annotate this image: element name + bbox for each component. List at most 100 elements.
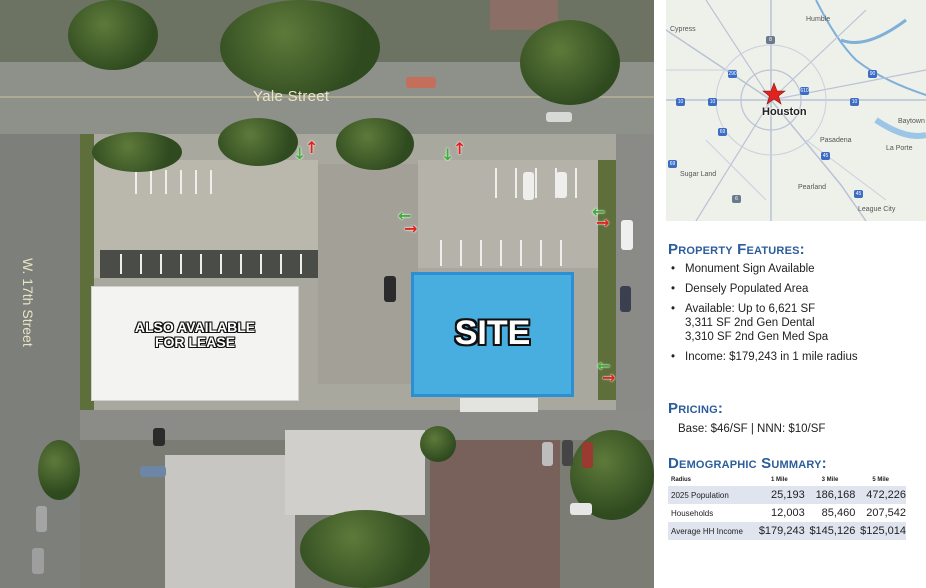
car bbox=[570, 503, 592, 515]
parking-stall bbox=[500, 240, 502, 266]
table-cell: 85,460 bbox=[821, 507, 856, 519]
car bbox=[562, 440, 573, 466]
feature-subtext: 3,310 SF 2nd Gen Med Spa bbox=[685, 331, 829, 343]
lease-label: ALSO AVAILABLE FOR LEASE bbox=[91, 320, 299, 350]
parking-stall bbox=[210, 170, 212, 194]
tree bbox=[420, 426, 456, 462]
parking-stall bbox=[200, 254, 202, 274]
highway-shield-icon: 45 bbox=[821, 152, 830, 160]
list-item: • Income: $179,243 in 1 mile radius bbox=[668, 350, 920, 364]
demographics-title: Demographic Summary: bbox=[668, 455, 827, 472]
neighbor-roof bbox=[285, 430, 425, 515]
pricing-title: Pricing: bbox=[668, 400, 724, 417]
table-header-cell: 3 Mile bbox=[821, 477, 839, 483]
car bbox=[523, 172, 534, 200]
car bbox=[384, 276, 396, 302]
parking-stall bbox=[460, 240, 462, 266]
list-item: • Monument Sign Available bbox=[668, 262, 920, 276]
table-header-cell: Radius bbox=[671, 477, 692, 483]
table-cell: $179,243 bbox=[758, 525, 805, 537]
parking-stall bbox=[280, 254, 282, 274]
right-parking-lot bbox=[418, 160, 598, 268]
pricing-text: Base: $46/SF | NNN: $10/SF bbox=[678, 423, 826, 435]
table-cell: $145,126 bbox=[809, 525, 856, 537]
parking-stall bbox=[535, 168, 537, 198]
table-cell: Average HH Income bbox=[671, 526, 743, 536]
bullet-icon: • bbox=[671, 303, 676, 315]
car bbox=[556, 172, 567, 198]
parking-stall bbox=[515, 168, 517, 198]
tree bbox=[300, 510, 430, 588]
map-place-label: Cypress bbox=[670, 26, 696, 33]
car bbox=[36, 506, 47, 532]
highway-shield-icon: 45 bbox=[854, 190, 863, 198]
aerial-photo: ALSO AVAILABLE FOR LEASE SITE ↓ ↑ ↓ ↑ ← … bbox=[0, 0, 654, 588]
parking-stall bbox=[120, 254, 122, 274]
feature-text: Income: $179,243 in 1 mile radius bbox=[685, 351, 858, 363]
table-header-cell: 1 Mile bbox=[771, 477, 788, 483]
map-place-label: League City bbox=[858, 206, 896, 213]
feature-text: Densely Populated Area bbox=[685, 283, 809, 295]
side-road bbox=[616, 134, 654, 410]
parking-stall bbox=[560, 240, 562, 266]
car bbox=[542, 442, 553, 466]
highway-shield-icon: 90 bbox=[868, 70, 877, 78]
highway-shield-icon: 69 bbox=[668, 160, 677, 168]
highway-shield-icon: 69 bbox=[718, 128, 727, 136]
street-label-yale: Yale Street bbox=[253, 88, 330, 105]
map-place-label: Humble bbox=[806, 16, 831, 23]
parking-stall bbox=[480, 240, 482, 266]
table-row: 2025 Population 25,193 186,168 472,226 bbox=[668, 486, 906, 504]
list-item: • Available: Up to 6,621 SF 3,311 SF 2nd G… bbox=[668, 302, 920, 344]
car bbox=[140, 466, 166, 477]
parking-stall bbox=[180, 254, 182, 274]
exit-arrow-icon: ↑ bbox=[453, 139, 467, 158]
tree bbox=[220, 0, 380, 95]
demographics-table: Radius 1 Mile 3 Mile 5 Mile 2025 Populat… bbox=[668, 474, 906, 540]
map-marker-label: Houston bbox=[762, 106, 807, 118]
car bbox=[546, 112, 572, 122]
table-cell: 25,193 bbox=[771, 489, 805, 501]
car bbox=[32, 548, 44, 574]
highway-shield-icon: 610 bbox=[800, 87, 809, 95]
parking-stall bbox=[300, 254, 302, 274]
table-cell: 207,542 bbox=[866, 507, 906, 519]
table-cell: Households bbox=[671, 508, 714, 518]
tree bbox=[92, 132, 182, 172]
table-header-cell: 5 Mile bbox=[872, 477, 889, 483]
highway-shield-icon: 10 bbox=[676, 98, 685, 106]
map-place-label: Pearland bbox=[798, 184, 827, 191]
table-cell: 2025 Population bbox=[671, 490, 729, 500]
map-place-label: Sugar Land bbox=[680, 171, 717, 178]
parking-stall bbox=[240, 254, 242, 274]
table-cell: 472,226 bbox=[866, 489, 906, 501]
car bbox=[153, 428, 165, 446]
table-header-row: Radius 1 Mile 3 Mile 5 Mile bbox=[668, 474, 906, 486]
exit-arrow-icon: → bbox=[596, 213, 610, 232]
car bbox=[582, 442, 593, 468]
table-row: Average HH Income $179,243 $145,126 $125… bbox=[668, 522, 906, 540]
locator-map: Cypress Humble Baytown Pasadena La Porte… bbox=[666, 0, 926, 221]
parking-stall bbox=[220, 254, 222, 274]
highway-shield-icon: 6 bbox=[732, 195, 741, 203]
tree bbox=[336, 118, 414, 170]
red-star-icon bbox=[762, 82, 786, 105]
features-list: • Monument Sign Available • Densely Popula… bbox=[668, 262, 920, 370]
neighbor-roof bbox=[165, 455, 295, 588]
parking-stall bbox=[135, 170, 137, 194]
highway-shield-icon: 10 bbox=[708, 98, 717, 106]
parking-stall bbox=[540, 240, 542, 266]
features-title: Property Features: bbox=[668, 241, 805, 258]
feature-subtext: 3,311 SF 2nd Gen Dental bbox=[685, 317, 815, 329]
feature-text: Available: Up to 6,621 SF bbox=[685, 303, 816, 315]
car bbox=[620, 286, 631, 312]
bullet-icon: • bbox=[671, 263, 676, 275]
bullet-icon: • bbox=[671, 283, 676, 295]
street-label-17th: W. 17th Street bbox=[20, 258, 36, 347]
parking-stall bbox=[440, 240, 442, 266]
tree bbox=[218, 118, 298, 166]
feature-text: Monument Sign Available bbox=[685, 263, 815, 275]
table-cell: 12,003 bbox=[771, 507, 805, 519]
exit-arrow-icon: ↑ bbox=[305, 138, 319, 157]
map-place-label: Baytown bbox=[898, 118, 925, 125]
